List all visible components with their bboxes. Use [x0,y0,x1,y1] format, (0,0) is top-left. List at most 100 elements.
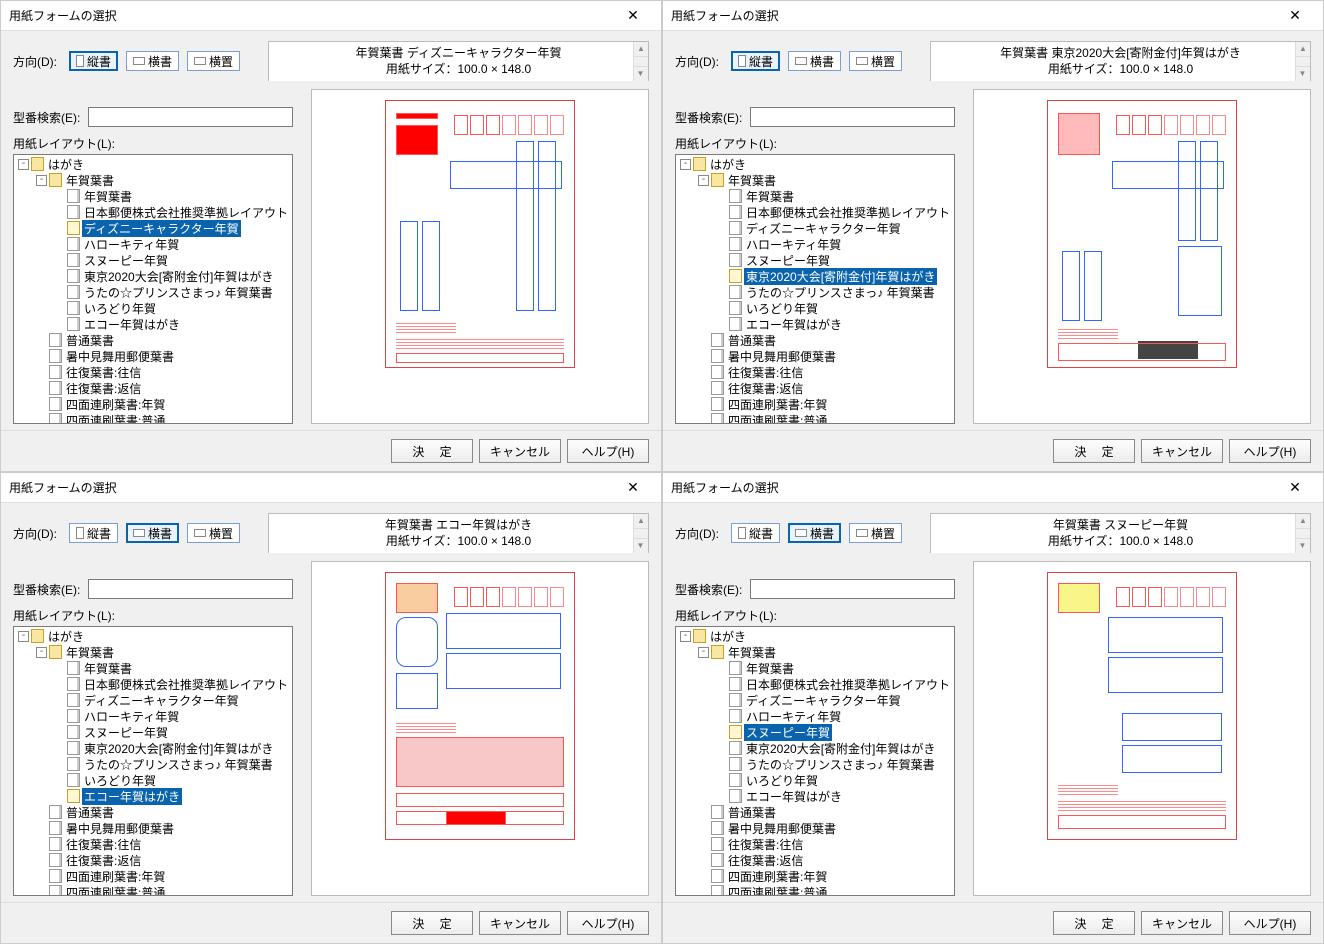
tree-item[interactable]: ハローキティ年賀 [14,236,292,252]
tree-item[interactable]: いろどり年賀 [676,300,954,316]
tree-item[interactable]: 普通葉書 [676,332,954,348]
direction-side-button[interactable]: 横置 [187,51,240,71]
close-button[interactable]: ✕ [613,2,653,30]
close-button[interactable]: ✕ [1275,2,1315,30]
tree-toggle-icon[interactable]: - [18,159,29,170]
tree-item[interactable]: いろどり年賀 [14,772,292,788]
tree-item[interactable]: 東京2020大会[寄附金付]年賀はがき [14,268,292,284]
tree-item[interactable]: 日本郵便株式会社推奨準拠レイアウト [676,204,954,220]
tree-item[interactable]: 暑中見舞用郵便葉書 [14,820,292,836]
direction-horizontal-button[interactable]: 横書 [126,523,179,543]
tree-item[interactable]: うたの☆プリンスさまっ♪ 年賀葉書 [14,756,292,772]
layout-tree[interactable]: -はがき-年賀葉書年賀葉書日本郵便株式会社推奨準拠レイアウトディズニーキャラクタ… [675,626,955,896]
tree-toggle-icon[interactable]: - [698,647,709,658]
help-button[interactable]: ヘルプ(H) [567,911,649,935]
direction-side-button[interactable]: 横置 [849,51,902,71]
tree-item[interactable]: エコー年賀はがき [14,788,292,804]
tree-item[interactable]: 年賀葉書 [676,188,954,204]
tree-item[interactable]: 四面連刷葉書:年賀 [14,396,292,412]
help-button[interactable]: ヘルプ(H) [567,439,649,463]
tree-item[interactable]: 四面連刷葉書:年賀 [14,868,292,884]
tree-item[interactable]: 普通葉書 [14,332,292,348]
preview-info-scrollbar[interactable]: ▲▼ [633,514,648,553]
tree-item[interactable]: 日本郵便株式会社推奨準拠レイアウト [14,676,292,692]
layout-tree[interactable]: -はがき-年賀葉書年賀葉書日本郵便株式会社推奨準拠レイアウトディズニーキャラクタ… [13,154,293,424]
ok-button[interactable]: 決 定 [1053,439,1135,463]
tree-item[interactable]: 往復葉書:返信 [14,852,292,868]
tree-item[interactable]: スヌーピー年賀 [676,252,954,268]
tree-item[interactable]: 往復葉書:往信 [676,364,954,380]
tree-item[interactable]: 四面連刷葉書:普通 [14,412,292,424]
tree-item[interactable]: 東京2020大会[寄附金付]年賀はがき [14,740,292,756]
tree-item[interactable]: いろどり年賀 [14,300,292,316]
tree-item[interactable]: 四面連刷葉書:普通 [14,884,292,896]
tree-item[interactable]: 日本郵便株式会社推奨準拠レイアウト [14,204,292,220]
tree-item[interactable]: うたの☆プリンスさまっ♪ 年賀葉書 [676,284,954,300]
tree-toggle-icon[interactable]: - [36,175,47,186]
cancel-button[interactable]: キャンセル [479,439,561,463]
tree-item[interactable]: ディズニーキャラクター年賀 [676,220,954,236]
tree-toggle-icon[interactable]: - [680,159,691,170]
direction-side-button[interactable]: 横置 [187,523,240,543]
tree-item[interactable]: 年賀葉書 [14,188,292,204]
tree-item[interactable]: -年賀葉書 [14,172,292,188]
tree-item[interactable]: エコー年賀はがき [676,788,954,804]
tree-item[interactable]: 普通葉書 [676,804,954,820]
tree-item[interactable]: -はがき [676,156,954,172]
help-button[interactable]: ヘルプ(H) [1229,439,1311,463]
tree-item[interactable]: 往復葉書:往信 [14,836,292,852]
tree-item[interactable]: 年賀葉書 [14,660,292,676]
cancel-button[interactable]: キャンセル [1141,439,1223,463]
tree-item[interactable]: 東京2020大会[寄附金付]年賀はがき [676,740,954,756]
direction-vertical-button[interactable]: 縦書 [731,51,780,71]
tree-item[interactable]: -年賀葉書 [676,644,954,660]
search-input[interactable] [750,579,955,599]
tree-item[interactable]: -年賀葉書 [14,644,292,660]
cancel-button[interactable]: キャンセル [1141,911,1223,935]
tree-item[interactable]: ハローキティ年賀 [676,708,954,724]
ok-button[interactable]: 決 定 [1053,911,1135,935]
tree-item[interactable]: 往復葉書:返信 [676,852,954,868]
tree-item[interactable]: うたの☆プリンスさまっ♪ 年賀葉書 [676,756,954,772]
preview-info-scrollbar[interactable]: ▲▼ [633,42,648,81]
direction-horizontal-button[interactable]: 横書 [126,51,179,71]
tree-item[interactable]: -はがき [14,156,292,172]
tree-item[interactable]: スヌーピー年賀 [14,252,292,268]
search-input[interactable] [88,107,293,127]
ok-button[interactable]: 決 定 [391,439,473,463]
tree-item[interactable]: 年賀葉書 [676,660,954,676]
direction-horizontal-button[interactable]: 横書 [788,51,841,71]
cancel-button[interactable]: キャンセル [479,911,561,935]
tree-item[interactable]: 往復葉書:往信 [676,836,954,852]
tree-item[interactable]: 普通葉書 [14,804,292,820]
tree-item[interactable]: ハローキティ年賀 [676,236,954,252]
search-input[interactable] [750,107,955,127]
tree-toggle-icon[interactable]: - [680,631,691,642]
tree-item[interactable]: ハローキティ年賀 [14,708,292,724]
direction-vertical-button[interactable]: 縦書 [69,523,118,543]
close-button[interactable]: ✕ [1275,474,1315,502]
tree-item[interactable]: うたの☆プリンスさまっ♪ 年賀葉書 [14,284,292,300]
tree-item[interactable]: 往復葉書:往信 [14,364,292,380]
direction-vertical-button[interactable]: 縦書 [69,51,118,71]
tree-item[interactable]: 東京2020大会[寄附金付]年賀はがき [676,268,954,284]
direction-vertical-button[interactable]: 縦書 [731,523,780,543]
tree-item[interactable]: スヌーピー年賀 [14,724,292,740]
tree-item[interactable]: -年賀葉書 [676,172,954,188]
tree-item[interactable]: エコー年賀はがき [676,316,954,332]
tree-item[interactable]: 四面連刷葉書:年賀 [676,396,954,412]
tree-item[interactable]: 日本郵便株式会社推奨準拠レイアウト [676,676,954,692]
tree-item[interactable]: 暑中見舞用郵便葉書 [676,820,954,836]
search-input[interactable] [88,579,293,599]
tree-item[interactable]: ディズニーキャラクター年賀 [14,692,292,708]
help-button[interactable]: ヘルプ(H) [1229,911,1311,935]
tree-item[interactable]: 暑中見舞用郵便葉書 [14,348,292,364]
tree-item[interactable]: 四面連刷葉書:年賀 [676,868,954,884]
tree-item[interactable]: 四面連刷葉書:普通 [676,884,954,896]
layout-tree[interactable]: -はがき-年賀葉書年賀葉書日本郵便株式会社推奨準拠レイアウトディズニーキャラクタ… [13,626,293,896]
preview-info-scrollbar[interactable]: ▲▼ [1295,514,1310,553]
tree-toggle-icon[interactable]: - [36,647,47,658]
tree-item[interactable]: ディズニーキャラクター年賀 [676,692,954,708]
tree-item[interactable]: 往復葉書:返信 [14,380,292,396]
tree-toggle-icon[interactable]: - [18,631,29,642]
